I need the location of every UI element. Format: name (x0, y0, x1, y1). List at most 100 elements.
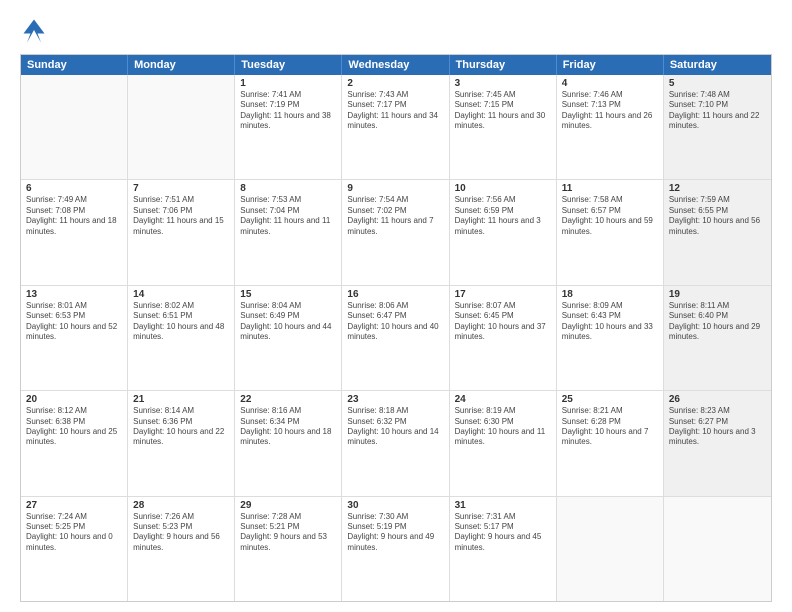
calendar-cell: 19Sunrise: 8:11 AM Sunset: 6:40 PM Dayli… (664, 286, 771, 390)
cell-info: Sunrise: 8:06 AM Sunset: 6:47 PM Dayligh… (347, 301, 443, 343)
calendar-row: 6Sunrise: 7:49 AM Sunset: 7:08 PM Daylig… (21, 180, 771, 285)
day-number: 9 (347, 183, 443, 194)
day-number: 25 (562, 394, 658, 405)
cell-info: Sunrise: 7:28 AM Sunset: 5:21 PM Dayligh… (240, 512, 336, 554)
cell-info: Sunrise: 7:43 AM Sunset: 7:17 PM Dayligh… (347, 90, 443, 132)
calendar-row: 1Sunrise: 7:41 AM Sunset: 7:19 PM Daylig… (21, 75, 771, 180)
cell-info: Sunrise: 7:54 AM Sunset: 7:02 PM Dayligh… (347, 195, 443, 237)
calendar-cell: 24Sunrise: 8:19 AM Sunset: 6:30 PM Dayli… (450, 391, 557, 495)
header (20, 16, 772, 44)
calendar-cell: 15Sunrise: 8:04 AM Sunset: 6:49 PM Dayli… (235, 286, 342, 390)
cell-info: Sunrise: 7:24 AM Sunset: 5:25 PM Dayligh… (26, 512, 122, 554)
calendar-cell: 11Sunrise: 7:58 AM Sunset: 6:57 PM Dayli… (557, 180, 664, 284)
calendar-cell: 1Sunrise: 7:41 AM Sunset: 7:19 PM Daylig… (235, 75, 342, 179)
cell-info: Sunrise: 7:56 AM Sunset: 6:59 PM Dayligh… (455, 195, 551, 237)
cell-info: Sunrise: 8:23 AM Sunset: 6:27 PM Dayligh… (669, 406, 766, 448)
day-number: 7 (133, 183, 229, 194)
page: SundayMondayTuesdayWednesdayThursdayFrid… (0, 0, 792, 612)
day-number: 1 (240, 78, 336, 89)
day-number: 5 (669, 78, 766, 89)
calendar-cell: 20Sunrise: 8:12 AM Sunset: 6:38 PM Dayli… (21, 391, 128, 495)
cell-info: Sunrise: 7:31 AM Sunset: 5:17 PM Dayligh… (455, 512, 551, 554)
cell-info: Sunrise: 7:46 AM Sunset: 7:13 PM Dayligh… (562, 90, 658, 132)
logo (20, 16, 52, 44)
calendar-cell: 18Sunrise: 8:09 AM Sunset: 6:43 PM Dayli… (557, 286, 664, 390)
cell-info: Sunrise: 7:53 AM Sunset: 7:04 PM Dayligh… (240, 195, 336, 237)
day-number: 30 (347, 500, 443, 511)
calendar-row: 13Sunrise: 8:01 AM Sunset: 6:53 PM Dayli… (21, 286, 771, 391)
day-number: 4 (562, 78, 658, 89)
day-number: 10 (455, 183, 551, 194)
cell-info: Sunrise: 7:49 AM Sunset: 7:08 PM Dayligh… (26, 195, 122, 237)
day-number: 31 (455, 500, 551, 511)
weekday-header: Thursday (450, 55, 557, 75)
calendar-cell: 23Sunrise: 8:18 AM Sunset: 6:32 PM Dayli… (342, 391, 449, 495)
cell-info: Sunrise: 8:19 AM Sunset: 6:30 PM Dayligh… (455, 406, 551, 448)
day-number: 17 (455, 289, 551, 300)
day-number: 28 (133, 500, 229, 511)
cell-info: Sunrise: 8:21 AM Sunset: 6:28 PM Dayligh… (562, 406, 658, 448)
day-number: 19 (669, 289, 766, 300)
day-number: 29 (240, 500, 336, 511)
cell-info: Sunrise: 8:11 AM Sunset: 6:40 PM Dayligh… (669, 301, 766, 343)
weekday-header: Monday (128, 55, 235, 75)
day-number: 24 (455, 394, 551, 405)
calendar-cell: 25Sunrise: 8:21 AM Sunset: 6:28 PM Dayli… (557, 391, 664, 495)
cell-info: Sunrise: 8:12 AM Sunset: 6:38 PM Dayligh… (26, 406, 122, 448)
day-number: 27 (26, 500, 122, 511)
day-number: 20 (26, 394, 122, 405)
day-number: 23 (347, 394, 443, 405)
calendar-cell: 21Sunrise: 8:14 AM Sunset: 6:36 PM Dayli… (128, 391, 235, 495)
calendar-row: 20Sunrise: 8:12 AM Sunset: 6:38 PM Dayli… (21, 391, 771, 496)
weekday-header: Wednesday (342, 55, 449, 75)
calendar: SundayMondayTuesdayWednesdayThursdayFrid… (20, 54, 772, 602)
day-number: 8 (240, 183, 336, 194)
cell-info: Sunrise: 7:26 AM Sunset: 5:23 PM Dayligh… (133, 512, 229, 554)
calendar-cell: 10Sunrise: 7:56 AM Sunset: 6:59 PM Dayli… (450, 180, 557, 284)
day-number: 3 (455, 78, 551, 89)
day-number: 26 (669, 394, 766, 405)
weekday-header: Saturday (664, 55, 771, 75)
cell-info: Sunrise: 7:59 AM Sunset: 6:55 PM Dayligh… (669, 195, 766, 237)
calendar-cell: 31Sunrise: 7:31 AM Sunset: 5:17 PM Dayli… (450, 497, 557, 601)
weekday-header: Tuesday (235, 55, 342, 75)
calendar-cell: 30Sunrise: 7:30 AM Sunset: 5:19 PM Dayli… (342, 497, 449, 601)
calendar-cell: 26Sunrise: 8:23 AM Sunset: 6:27 PM Dayli… (664, 391, 771, 495)
cell-info: Sunrise: 7:45 AM Sunset: 7:15 PM Dayligh… (455, 90, 551, 132)
cell-info: Sunrise: 7:58 AM Sunset: 6:57 PM Dayligh… (562, 195, 658, 237)
calendar-cell: 6Sunrise: 7:49 AM Sunset: 7:08 PM Daylig… (21, 180, 128, 284)
calendar-cell (128, 75, 235, 179)
calendar-cell: 29Sunrise: 7:28 AM Sunset: 5:21 PM Dayli… (235, 497, 342, 601)
calendar-cell: 8Sunrise: 7:53 AM Sunset: 7:04 PM Daylig… (235, 180, 342, 284)
calendar-cell: 3Sunrise: 7:45 AM Sunset: 7:15 PM Daylig… (450, 75, 557, 179)
cell-info: Sunrise: 8:01 AM Sunset: 6:53 PM Dayligh… (26, 301, 122, 343)
cell-info: Sunrise: 8:04 AM Sunset: 6:49 PM Dayligh… (240, 301, 336, 343)
day-number: 16 (347, 289, 443, 300)
day-number: 13 (26, 289, 122, 300)
calendar-cell: 5Sunrise: 7:48 AM Sunset: 7:10 PM Daylig… (664, 75, 771, 179)
day-number: 2 (347, 78, 443, 89)
day-number: 6 (26, 183, 122, 194)
calendar-cell: 14Sunrise: 8:02 AM Sunset: 6:51 PM Dayli… (128, 286, 235, 390)
cell-info: Sunrise: 7:48 AM Sunset: 7:10 PM Dayligh… (669, 90, 766, 132)
calendar-cell: 7Sunrise: 7:51 AM Sunset: 7:06 PM Daylig… (128, 180, 235, 284)
weekday-header: Friday (557, 55, 664, 75)
calendar-header: SundayMondayTuesdayWednesdayThursdayFrid… (21, 55, 771, 75)
weekday-header: Sunday (21, 55, 128, 75)
cell-info: Sunrise: 8:02 AM Sunset: 6:51 PM Dayligh… (133, 301, 229, 343)
cell-info: Sunrise: 7:51 AM Sunset: 7:06 PM Dayligh… (133, 195, 229, 237)
cell-info: Sunrise: 7:41 AM Sunset: 7:19 PM Dayligh… (240, 90, 336, 132)
cell-info: Sunrise: 8:18 AM Sunset: 6:32 PM Dayligh… (347, 406, 443, 448)
cell-info: Sunrise: 8:16 AM Sunset: 6:34 PM Dayligh… (240, 406, 336, 448)
calendar-cell (664, 497, 771, 601)
calendar-cell: 12Sunrise: 7:59 AM Sunset: 6:55 PM Dayli… (664, 180, 771, 284)
day-number: 22 (240, 394, 336, 405)
calendar-cell: 22Sunrise: 8:16 AM Sunset: 6:34 PM Dayli… (235, 391, 342, 495)
cell-info: Sunrise: 8:07 AM Sunset: 6:45 PM Dayligh… (455, 301, 551, 343)
calendar-cell: 16Sunrise: 8:06 AM Sunset: 6:47 PM Dayli… (342, 286, 449, 390)
calendar-cell: 27Sunrise: 7:24 AM Sunset: 5:25 PM Dayli… (21, 497, 128, 601)
day-number: 21 (133, 394, 229, 405)
day-number: 18 (562, 289, 658, 300)
calendar-cell: 17Sunrise: 8:07 AM Sunset: 6:45 PM Dayli… (450, 286, 557, 390)
calendar-cell: 4Sunrise: 7:46 AM Sunset: 7:13 PM Daylig… (557, 75, 664, 179)
